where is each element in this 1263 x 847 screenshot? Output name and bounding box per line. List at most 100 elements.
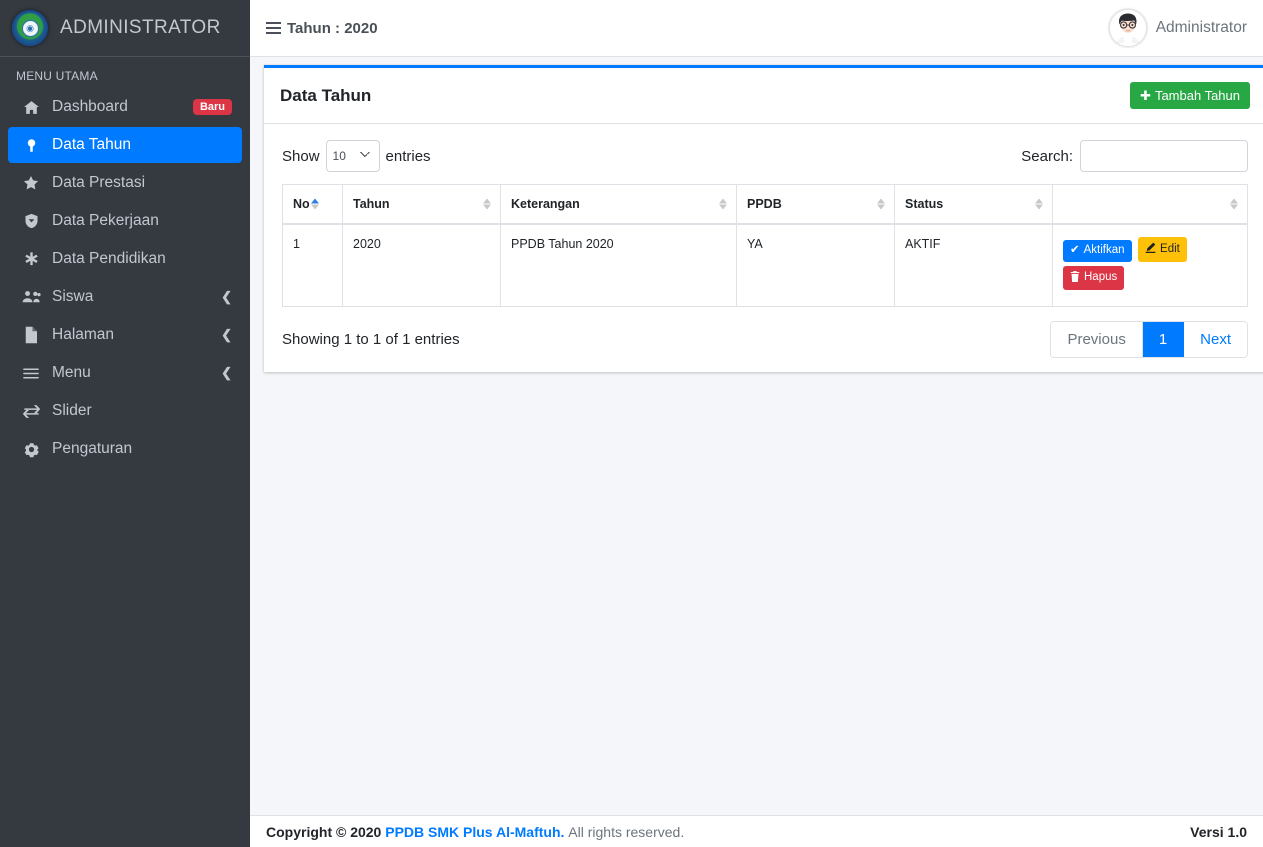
sidebar-item-dashboard[interactable]: Dashboard Baru <box>8 89 242 125</box>
users-icon <box>18 289 44 305</box>
sidebar-item-data-pendidikan[interactable]: Data Pendidikan <box>8 241 242 277</box>
sidebar-item-siswa[interactable]: Siswa ❮ <box>8 279 242 315</box>
sidebar-item-label: Slider <box>52 402 232 420</box>
pagination-next[interactable]: Next <box>1184 322 1247 357</box>
sidebar-item-halaman[interactable]: Halaman ❮ <box>8 317 242 353</box>
sidebar-section-title: MENU UTAMA <box>0 57 250 89</box>
sidebar-item-pengaturan[interactable]: Pengaturan <box>8 431 242 467</box>
sidebar-item-data-pekerjaan[interactable]: Data Pekerjaan <box>8 203 242 239</box>
sidebar-item-slider[interactable]: Slider <box>8 393 242 429</box>
page-length-select[interactable]: 10 25 50 100 <box>326 140 380 172</box>
card-title: Data Tahun <box>280 86 371 106</box>
data-tahun-card: Data Tahun ✚ Tambah Tahun Show 10 25 50 <box>264 65 1263 372</box>
shield-icon <box>18 212 44 230</box>
column-header-actions[interactable] <box>1053 185 1248 225</box>
data-tahun-table: No Tahun Keterangan <box>282 184 1248 307</box>
sort-indicator-icon <box>1230 199 1238 210</box>
hapus-button[interactable]: Hapus <box>1063 266 1124 291</box>
sidebar-item-label: Halaman <box>52 326 221 344</box>
chevron-left-icon: ❮ <box>221 365 232 381</box>
entries-label: entries <box>386 148 431 165</box>
edit-label: Edit <box>1160 244 1180 256</box>
aktifkan-label: Aktifkan <box>1084 245 1125 257</box>
column-label: Status <box>905 197 943 211</box>
brand-title: ADMINISTRATOR <box>60 17 221 39</box>
card-body: Show 10 25 50 100 entries Search: <box>264 124 1263 372</box>
pagination-previous[interactable]: Previous <box>1051 322 1142 357</box>
search-input[interactable] <box>1080 140 1248 172</box>
footer-rights: All rights reserved. <box>568 824 684 840</box>
sort-indicator-icon <box>719 199 727 210</box>
sidebar-item-label: Data Prestasi <box>52 174 232 192</box>
brand-header[interactable]: ◉ ADMINISTRATOR <box>0 0 250 57</box>
cell-ppdb: YA <box>737 224 895 307</box>
file-icon <box>18 326 44 344</box>
page-footer: Copyright © 2020 PPDB SMK Plus Al-Maftuh… <box>250 815 1263 847</box>
page-title: Tahun : 2020 <box>287 20 378 37</box>
navbar-left: Tahun : 2020 <box>266 20 378 37</box>
sidebar-item-label: Siswa <box>52 288 221 306</box>
add-tahun-button[interactable]: ✚ Tambah Tahun <box>1130 82 1250 109</box>
sidebar-item-data-prestasi[interactable]: Data Prestasi <box>8 165 242 201</box>
school-emblem-logo-icon: ◉ <box>12 10 48 46</box>
table-head: No Tahun Keterangan <box>283 185 1248 225</box>
user-name: Administrator <box>1156 19 1247 37</box>
search-control: Search: <box>1021 140 1248 172</box>
sort-indicator-icon <box>483 199 491 210</box>
star-icon <box>18 174 44 192</box>
sidebar-item-data-tahun[interactable]: Data Tahun <box>8 127 242 163</box>
pagination: Previous 1 Next <box>1050 321 1248 358</box>
sidebar-item-menu[interactable]: Menu ❮ <box>8 355 242 391</box>
cell-tahun: 2020 <box>343 224 501 307</box>
sidebar-item-label: Data Pendidikan <box>52 250 232 268</box>
pagination-page-1[interactable]: 1 <box>1143 322 1184 357</box>
column-header-keterangan[interactable]: Keterangan <box>501 185 737 225</box>
check-icon: ✔ <box>1070 245 1080 257</box>
navbar-right[interactable]: Administrator <box>1109 9 1247 47</box>
sidebar: ◉ ADMINISTRATOR MENU UTAMA Dashboard Bar… <box>0 0 250 847</box>
column-header-ppdb[interactable]: PPDB <box>737 185 895 225</box>
sidebar-item-label: Data Tahun <box>52 136 232 154</box>
footer-site-link[interactable]: PPDB SMK Plus Al-Maftuh. <box>385 824 564 840</box>
sidebar-item-label: Data Pekerjaan <box>52 212 232 230</box>
show-label: Show <box>282 148 320 165</box>
cell-no: 1 <box>283 224 343 307</box>
sidebar-item-label: Dashboard <box>52 98 193 116</box>
sidebar-item-label: Menu <box>52 364 221 382</box>
home-icon <box>18 99 44 116</box>
chevron-left-icon: ❮ <box>221 327 232 343</box>
cell-status: AKTIF <box>895 224 1053 307</box>
content-wrapper: Tahun : 2020 <box>250 0 1263 847</box>
column-header-tahun[interactable]: Tahun <box>343 185 501 225</box>
sort-indicator-icon <box>877 199 885 210</box>
column-label: Keterangan <box>511 197 580 211</box>
top-navbar: Tahun : 2020 <box>250 0 1263 57</box>
pencil-icon <box>1145 242 1156 257</box>
avatar[interactable] <box>1109 9 1147 47</box>
edit-button[interactable]: Edit <box>1138 237 1187 262</box>
aktifkan-button[interactable]: ✔ Aktifkan <box>1063 240 1132 262</box>
add-tahun-label: Tambah Tahun <box>1155 89 1240 102</box>
trash-icon <box>1070 271 1080 286</box>
sidebar-nav: Dashboard Baru Data Tahun Data Pre <box>0 89 250 467</box>
datatable-info: Showing 1 to 1 of 1 entries <box>282 331 460 348</box>
column-label: No <box>293 197 310 211</box>
status-badge: Baru <box>193 99 232 115</box>
sort-indicator-icon <box>311 199 319 210</box>
plus-icon: ✚ <box>1140 89 1151 102</box>
sliders-icon <box>18 365 44 382</box>
sidebar-item-label: Pengaturan <box>52 440 232 458</box>
datatable-footer: Showing 1 to 1 of 1 entries Previous 1 N… <box>282 321 1248 358</box>
cell-keterangan: PPDB Tahun 2020 <box>501 224 737 307</box>
hamburger-icon[interactable] <box>266 22 281 34</box>
gear-icon <box>18 441 44 458</box>
column-header-no[interactable]: No <box>283 185 343 225</box>
admin-dashboard-page: ◉ ADMINISTRATOR MENU UTAMA Dashboard Bar… <box>0 0 1263 847</box>
datatable-controls: Show 10 25 50 100 entries Search: <box>282 136 1248 172</box>
column-header-status[interactable]: Status <box>895 185 1053 225</box>
hapus-label: Hapus <box>1084 272 1117 284</box>
card-header: Data Tahun ✚ Tambah Tahun <box>264 68 1263 124</box>
map-pin-icon <box>18 137 44 154</box>
exchange-icon <box>18 404 44 419</box>
column-label: Tahun <box>353 197 390 211</box>
